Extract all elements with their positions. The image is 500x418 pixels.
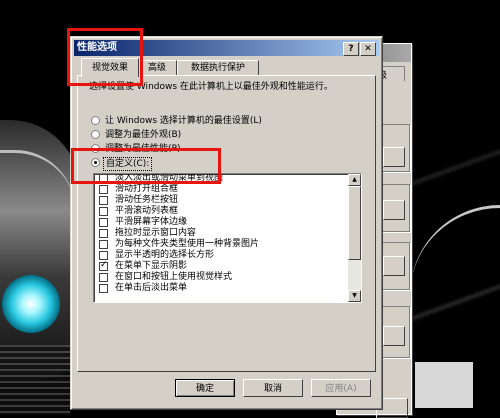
list-item[interactable]: 在窗口和按钮上使用视觉样式 xyxy=(94,272,348,283)
background-settings-button[interactable] xyxy=(383,256,405,276)
highlight-box-visual-effects-tab xyxy=(67,28,143,86)
highlight-box-custom-option xyxy=(71,148,221,184)
list-item[interactable]: 拖拉时显示窗口内容 xyxy=(94,228,348,239)
scroll-up-arrow-icon[interactable]: ▲ xyxy=(348,174,361,186)
radio-button[interactable] xyxy=(91,130,100,139)
checkbox[interactable] xyxy=(99,273,108,282)
list-item-label: 显示半透明的选择长方形 xyxy=(115,250,215,260)
ok-button[interactable]: 确定 xyxy=(175,379,235,397)
list-item[interactable]: 在单击后淡出菜单 xyxy=(94,283,348,294)
background-settings-button[interactable] xyxy=(383,326,405,346)
tab-advanced[interactable]: 高级 xyxy=(137,60,177,76)
tab-strip: 视觉效果 高级 数据执行保护 xyxy=(75,58,378,77)
list-item[interactable]: 滑动打开组合框 xyxy=(94,184,348,195)
list-item[interactable]: 显示半透明的选择长方形 xyxy=(94,250,348,261)
tab-visual-effects[interactable]: 视觉效果 xyxy=(81,58,139,77)
checklist-items: 淡入淡出或滑动菜单到视图 滑动打开组合框 滑动任务栏按钮 平滑滚动列表框 平滑屏… xyxy=(94,174,348,294)
car-headlight-image xyxy=(2,275,60,333)
list-item-label: 在窗口和按钮上使用视觉样式 xyxy=(115,272,233,282)
list-item-label: 平滑屏幕字体边缘 xyxy=(115,217,188,227)
list-item[interactable]: 为每种文件夹类型使用一种背景图片 xyxy=(94,239,348,250)
help-button[interactable]: ? xyxy=(343,42,359,56)
background-settings-button[interactable] xyxy=(383,147,405,167)
list-item[interactable]: 平滑屏幕字体边缘 xyxy=(94,217,348,228)
list-item-label: 平滑滚动列表框 xyxy=(115,206,179,216)
list-item[interactable]: 滑动任务栏按钮 xyxy=(94,195,348,206)
list-item-label: 在单击后淡出菜单 xyxy=(115,283,188,293)
background-settings-button[interactable] xyxy=(383,200,405,220)
close-button[interactable]: ✕ xyxy=(360,42,376,56)
tab-data-execution-prevention[interactable]: 数据执行保护 xyxy=(177,60,259,76)
checkbox[interactable] xyxy=(99,240,108,249)
checkbox[interactable] xyxy=(99,251,108,260)
list-item-label: 滑动任务栏按钮 xyxy=(115,195,179,205)
performance-options-dialog: 性能选项 ? ✕ 视觉效果 高级 数据执行保护 选择设置使 Windows 在此… xyxy=(70,36,383,410)
checkbox[interactable] xyxy=(99,196,108,205)
radio-label: 让 Windows 选择计算机的最佳设置(L) xyxy=(105,116,262,126)
visual-effects-checklist[interactable]: 淡入淡出或滑动菜单到视图 滑动打开组合框 滑动任务栏按钮 平滑滚动列表框 平滑屏… xyxy=(93,173,362,303)
vertical-scrollbar[interactable]: ▲ ▼ xyxy=(348,174,361,302)
radio-button[interactable] xyxy=(91,116,100,125)
checkbox[interactable] xyxy=(99,207,108,216)
checkbox-checked[interactable] xyxy=(99,260,108,271)
list-item[interactable]: 在菜单下显示阴影 xyxy=(94,260,348,272)
checkbox[interactable] xyxy=(99,229,108,238)
list-item-label: 为每种文件夹类型使用一种背景图片 xyxy=(115,239,260,249)
list-item-label: 拖拉时显示窗口内容 xyxy=(115,228,197,238)
list-item-label: 在菜单下显示阴影 xyxy=(115,261,188,271)
checkbox[interactable] xyxy=(99,284,108,293)
checkbox[interactable] xyxy=(99,185,108,194)
radio-label: 调整为最佳外观(B) xyxy=(105,130,182,140)
list-item[interactable]: 平滑滚动列表框 xyxy=(94,206,348,217)
list-item-label: 滑动打开组合框 xyxy=(115,184,179,194)
gray-block xyxy=(415,362,473,408)
apply-button[interactable]: 应用(A) xyxy=(311,379,371,397)
cancel-button[interactable]: 取消 xyxy=(243,379,303,397)
car-grille-image xyxy=(0,345,70,415)
scroll-down-arrow-icon[interactable]: ▼ xyxy=(348,290,361,302)
checkbox[interactable] xyxy=(99,218,108,227)
scroll-thumb[interactable] xyxy=(348,186,361,260)
